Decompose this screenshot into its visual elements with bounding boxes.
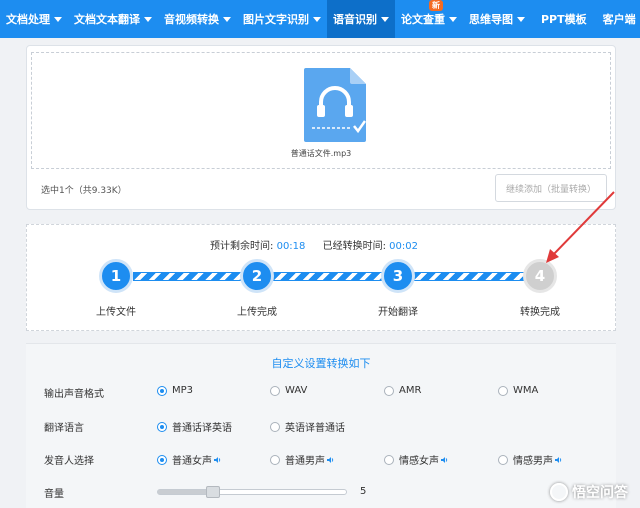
step-4-label: 转换完成 (520, 307, 560, 318)
watermark-logo-icon (550, 483, 568, 501)
upload-card: 普通话文件.mp3 选中1个（共9.33K） 继续添加（批量转换） (26, 45, 616, 210)
radio-selected[interactable] (157, 421, 167, 432)
speaker-option-female[interactable]: 普通女声 (157, 452, 222, 467)
option-label: 普通女声 (172, 456, 212, 467)
volume-slider[interactable] (157, 486, 347, 498)
nav-item-label: 音视频转换 (164, 13, 219, 26)
speaker-option-emotional-male[interactable]: 情感男声 (498, 452, 563, 467)
step-2-circle: 2 (240, 259, 274, 293)
conversion-settings: 自定义设置转换如下 输出声音格式 MP3 WAV AMR WMA 翻译语言 普通… (26, 343, 616, 508)
volume-value: 5 (360, 486, 367, 497)
caret-down-icon (517, 16, 525, 22)
radio[interactable] (384, 385, 394, 396)
remaining-time-label: 预计剩余时间: (210, 241, 274, 252)
caret-down-icon (449, 16, 457, 22)
step-3-circle: 3 (381, 259, 415, 293)
progress-bar-segment (413, 272, 525, 281)
step-3-label: 开始翻译 (378, 307, 418, 318)
progress-bar-segment (273, 272, 385, 281)
nav-item-label: 语音识别 (333, 13, 377, 26)
format-option-wav[interactable]: WAV (270, 385, 307, 396)
language-option-zh-en[interactable]: 普通话译英语 (157, 419, 232, 434)
option-label: AMR (399, 385, 422, 396)
option-label: 普通男声 (285, 456, 325, 467)
option-label: 英语译普通话 (285, 423, 345, 434)
speaker-icon[interactable] (555, 456, 563, 464)
radio-selected[interactable] (157, 454, 167, 465)
nav-item-label: 论文查重 (401, 13, 445, 26)
radio[interactable] (270, 454, 280, 465)
language-label: 翻译语言 (44, 423, 84, 434)
caret-down-icon (144, 16, 152, 22)
radio[interactable] (384, 454, 394, 465)
format-option-mp3[interactable]: MP3 (157, 385, 193, 396)
watermark: 悟空问答 (550, 482, 628, 502)
caret-down-icon (223, 16, 231, 22)
speaker-icon[interactable] (327, 456, 335, 464)
nav-item-label: 思维导图 (469, 13, 513, 26)
language-option-en-zh[interactable]: 英语译普通话 (270, 419, 345, 434)
step-2-label: 上传完成 (237, 307, 277, 318)
caret-down-icon (313, 16, 321, 22)
radio[interactable] (270, 385, 280, 396)
output-format-label: 输出声音格式 (44, 389, 104, 400)
option-label: 普通话译英语 (172, 423, 232, 434)
progress-card: 预计剩余时间: 00:18 已经转换时间: 00:02 1 2 3 4 上传文件… (26, 224, 616, 331)
step-4-circle: 4 (523, 259, 557, 293)
nav-item-image-ocr[interactable]: 图片文字识别 (237, 0, 327, 38)
format-option-amr[interactable]: AMR (384, 385, 421, 396)
caret-down-icon (381, 16, 389, 22)
progress-bar-segment (133, 272, 245, 281)
nav-item-doc-translation[interactable]: 文档文本翻译 (68, 0, 158, 38)
add-more-button[interactable]: 继续添加（批量转换） (495, 174, 607, 202)
speaker-icon[interactable] (214, 456, 222, 464)
volume-slider-fill (158, 490, 213, 494)
nav-item-ppt-templates[interactable]: PPT模板 (531, 0, 597, 38)
nav-item-label: 客户端 (602, 13, 636, 26)
radio[interactable] (270, 421, 280, 432)
nav-item-label: 文档处理 (6, 13, 50, 26)
speaker-icon[interactable] (441, 456, 449, 464)
selected-count: 选中1个（共9.33K） (41, 186, 127, 196)
radio[interactable] (498, 385, 508, 396)
top-nav: 文档处理 文档文本翻译 音视频转换 图片文字识别 语音识别 新论文查重 思维导图… (0, 0, 640, 38)
watermark-text: 悟空问答 (572, 485, 628, 501)
remaining-time-value: 00:18 (276, 241, 306, 252)
step-1-circle: 1 (99, 259, 133, 293)
option-label: WAV (285, 385, 308, 396)
nav-item-mind-map[interactable]: 思维导图 (463, 0, 531, 38)
option-label: 情感男声 (513, 456, 553, 467)
nav-item-label: 图片文字识别 (243, 13, 309, 26)
new-badge: 新 (429, 0, 443, 11)
nav-item-client[interactable]: 客户端 (597, 0, 640, 38)
file-name: 普通话文件.mp3 (290, 149, 352, 158)
settings-title: 自定义设置转换如下 (271, 357, 371, 370)
file-drop-zone[interactable]: 普通话文件.mp3 (31, 52, 611, 169)
option-label: MP3 (172, 385, 194, 396)
nav-item-av-convert[interactable]: 音视频转换 (158, 0, 237, 38)
speaker-option-emotional-female[interactable]: 情感女声 (384, 452, 449, 467)
nav-item-label: PPT模板 (541, 13, 587, 26)
speaker-option-male[interactable]: 普通男声 (270, 452, 335, 467)
option-label: 情感女声 (399, 456, 439, 467)
option-label: WMA (513, 385, 539, 396)
step-1-label: 上传文件 (96, 307, 136, 318)
nav-item-label: 文档文本翻译 (74, 13, 140, 26)
nav-item-doc-processing[interactable]: 文档处理 (0, 0, 68, 38)
time-row: 预计剩余时间: 00:18 已经转换时间: 00:02 (27, 237, 615, 252)
speaker-label: 发音人选择 (44, 456, 94, 467)
caret-down-icon (54, 16, 62, 22)
format-option-wma[interactable]: WMA (498, 385, 538, 396)
volume-slider-thumb[interactable] (205, 486, 220, 498)
radio[interactable] (498, 454, 508, 465)
elapsed-time-value: 00:02 (389, 241, 418, 252)
nav-item-speech-recognition[interactable]: 语音识别 (327, 0, 395, 38)
nav-item-plagiarism-check[interactable]: 新论文查重 (395, 0, 463, 38)
radio-selected[interactable] (157, 385, 167, 396)
volume-label: 音量 (44, 489, 64, 500)
elapsed-time-label: 已经转换时间: (322, 241, 386, 252)
audio-file-icon[interactable] (304, 68, 366, 142)
